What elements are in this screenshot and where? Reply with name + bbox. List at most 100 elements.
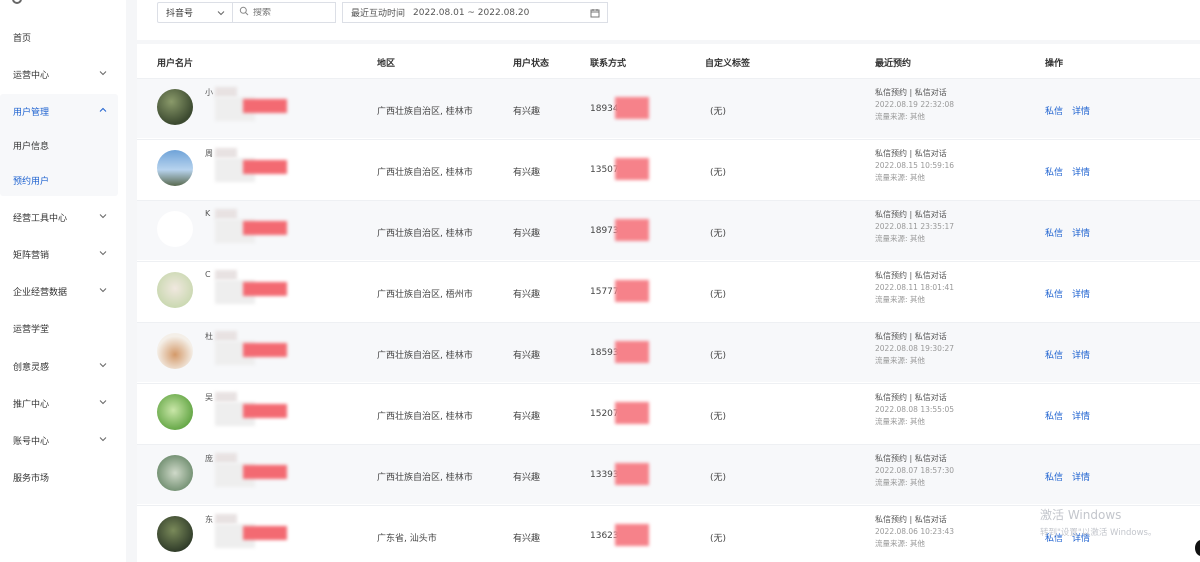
private-message-link[interactable]: 私信 (1045, 473, 1063, 483)
detail-link[interactable]: 详情 (1072, 168, 1090, 178)
detail-link[interactable]: 详情 (1072, 107, 1090, 117)
avatar (157, 455, 193, 491)
user-region: 广东省, 汕头市 (377, 534, 437, 544)
sidebar-item-creative[interactable]: 创意灵感 (0, 351, 118, 381)
sidebar-item-account[interactable]: 账号中心 (0, 425, 118, 455)
user-status: 有兴趣 (513, 351, 541, 361)
user-status: 有兴趣 (513, 229, 541, 239)
sidebar-item-academy[interactable]: 运营学堂 (0, 313, 118, 343)
chevron-down-icon (98, 68, 108, 78)
avatar (157, 333, 193, 369)
private-message-link[interactable]: 私信 (1045, 412, 1063, 422)
latest-booking: 私信预约 | 私信对话 2022.08.08 19:30:27 流量来源: 其他 (875, 332, 955, 365)
table-row: 周广西壮族自治区, 桂林市 有兴趣 13507 (无) 私信预约 | 私信对话 2022.… (137, 139, 1200, 199)
col-header-region: 地区 (377, 59, 396, 69)
sidebar-item-business-data[interactable]: 企业经营数据 (0, 276, 118, 306)
chevron-down-icon (98, 211, 108, 221)
user-name: K (205, 209, 211, 218)
sidebar-item-service-market[interactable]: 服务市场 (0, 462, 118, 492)
chevron-down-icon (98, 360, 108, 370)
redaction-block (215, 209, 237, 219)
sidebar-item-promotion[interactable]: 推广中心 (0, 388, 118, 418)
private-message-link[interactable]: 私信 (1045, 107, 1063, 117)
account-type-select[interactable]: 抖音号 (157, 2, 233, 23)
redaction-block (615, 158, 649, 180)
sidebar-item-home[interactable]: 首页 (0, 22, 118, 52)
row-actions: 私信 详情 (1045, 409, 1099, 422)
sidebar-item-booked-users[interactable]: 预约用户 (0, 165, 118, 195)
table-row: 吴广西壮族自治区, 桂林市 有兴趣 15207 (无) 私信预约 | 私信对话 2022.… (137, 383, 1200, 443)
table-row: 杜广西壮族自治区, 桂林市 有兴趣 18593 (无) 私信预约 | 私信对话 2022.… (137, 322, 1200, 382)
filter-bar: 抖音号 最近互动时间 2022.08.01 ~ 2022.08.20 (137, 0, 1200, 40)
avatar (157, 394, 193, 430)
chevron-up-icon (98, 105, 108, 115)
user-tags: (无) (710, 290, 727, 300)
private-message-link[interactable]: 私信 (1045, 290, 1063, 300)
redaction-block (215, 148, 237, 158)
redaction-block (243, 282, 287, 296)
user-status: 有兴趣 (513, 168, 541, 178)
date-range-picker[interactable]: 最近互动时间 2022.08.01 ~ 2022.08.20 (342, 2, 608, 23)
user-tags: (无) (710, 229, 727, 239)
latest-booking: 私信预约 | 私信对话 2022.08.06 10:23:43 流量来源: 其他 (875, 515, 955, 548)
user-region: 广西壮族自治区, 桂林市 (377, 473, 473, 483)
chevron-down-icon (98, 285, 108, 295)
redaction-block (243, 465, 287, 479)
sidebar: 首页 运营中心 用户管理 用户信息 预约用户 经营工具中心 矩阵营销 企业经营数… (0, 0, 126, 562)
row-actions: 私信 详情 (1045, 287, 1099, 300)
avatar (157, 150, 193, 186)
user-region: 广西壮族自治区, 梧州市 (377, 290, 473, 300)
redaction-block (243, 160, 287, 174)
user-tags: (无) (710, 534, 727, 544)
detail-link[interactable]: 详情 (1072, 412, 1090, 422)
table-row: K 广西壮族自治区, 桂林市 有兴趣 18973 (无) 私信预约 | 私信对话 2022.… (137, 200, 1200, 260)
private-message-link[interactable]: 私信 (1045, 168, 1063, 178)
user-name: 庞 (205, 454, 213, 463)
private-message-link[interactable]: 私信 (1045, 229, 1063, 239)
detail-link[interactable]: 详情 (1072, 351, 1090, 361)
user-tags: (无) (710, 351, 727, 361)
sidebar-item-matrix-marketing[interactable]: 矩阵营销 (0, 239, 118, 269)
latest-booking: 私信预约 | 私信对话 2022.08.19 22:32:08 流量来源: 其他 (875, 88, 955, 121)
sidebar-item-user-management[interactable]: 用户管理 (0, 96, 118, 126)
redaction-block (243, 99, 287, 113)
search-input[interactable] (253, 7, 323, 18)
calendar-icon[interactable] (590, 8, 600, 18)
user-status: 有兴趣 (513, 290, 541, 300)
col-header-tags: 自定义标签 (705, 59, 751, 69)
chevron-down-icon (98, 248, 108, 258)
detail-link[interactable]: 详情 (1072, 473, 1090, 483)
table-row: C 广西壮族自治区, 梧州市 有兴趣 15777 (无) 私信预约 | 私信对话 2022.… (137, 261, 1200, 321)
search-icon (239, 6, 249, 19)
user-name-block: 杜 (205, 331, 325, 377)
detail-link[interactable]: 详情 (1072, 290, 1090, 300)
user-region: 广西壮族自治区, 桂林市 (377, 107, 473, 117)
private-message-link[interactable]: 私信 (1045, 351, 1063, 361)
row-actions: 私信 详情 (1045, 165, 1099, 178)
sidebar-item-user-info[interactable]: 用户信息 (0, 130, 118, 160)
booked-users-table: 用户名片 地区 用户状态 联系方式 自定义标签 最近预约 操作 小广西壮族自治区… (137, 44, 1200, 562)
user-status: 有兴趣 (513, 107, 541, 117)
col-header-status: 用户状态 (513, 59, 550, 69)
latest-booking: 私信预约 | 私信对话 2022.08.11 23:35:17 流量来源: 其他 (875, 210, 955, 243)
redaction-block (215, 270, 237, 280)
redaction-block (215, 87, 237, 97)
user-name: C (205, 270, 211, 279)
user-status: 有兴趣 (513, 473, 541, 483)
latest-booking: 私信预约 | 私信对话 2022.08.07 18:57:30 流量来源: 其他 (875, 454, 955, 487)
latest-booking: 私信预约 | 私信对话 2022.08.11 18:01:41 流量来源: 其他 (875, 271, 955, 304)
user-status: 有兴趣 (513, 534, 541, 544)
chevron-down-icon (98, 397, 108, 407)
redaction-block (215, 514, 237, 524)
sidebar-item-operations[interactable]: 运营中心 (0, 59, 118, 89)
detail-link[interactable]: 详情 (1072, 229, 1090, 239)
redaction-block (215, 453, 237, 463)
row-actions: 私信 详情 (1045, 348, 1099, 361)
redaction-block (615, 463, 649, 485)
redaction-block (243, 221, 287, 235)
sidebar-item-business-tools[interactable]: 经营工具中心 (0, 202, 118, 232)
table-row: 庞广西壮族自治区, 桂林市 有兴趣 13393 (无) 私信预约 | 私信对话 2022.… (137, 444, 1200, 504)
row-actions: 私信 详情 (1045, 104, 1099, 117)
latest-booking: 私信预约 | 私信对话 2022.08.08 13:55:05 流量来源: 其他 (875, 393, 955, 426)
avatar (157, 272, 193, 308)
